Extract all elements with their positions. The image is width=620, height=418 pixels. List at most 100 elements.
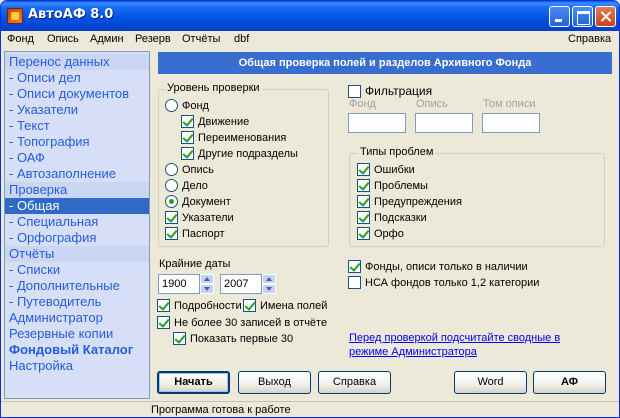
menu-spravka[interactable]: Справка (568, 33, 611, 45)
menu-bar: Фонд Опись Админ Резерв Отчёты dbf Справ… (1, 31, 619, 49)
sidebar-item-dopolnitelnye[interactable]: - Дополнительные (5, 278, 149, 294)
date-from-input[interactable]: 1900 (158, 274, 200, 294)
sidebar-item-opisi-del[interactable]: - Описи дел (5, 70, 149, 86)
sidebar-item-administrator[interactable]: Администратор (5, 310, 149, 326)
start-button[interactable]: Начать (157, 371, 230, 394)
radio-indicator[interactable] (165, 99, 178, 112)
fondy-v-nalichii-checkbox[interactable]: Фонды, описи только в наличии (348, 260, 528, 273)
sidebar-item-putevoditel[interactable]: - Путеводитель (5, 294, 149, 310)
sidebar-item-rezervnye-kopii[interactable]: Резервные копии (5, 326, 149, 342)
exit-button[interactable]: Выход (238, 371, 311, 394)
checkbox-indicator[interactable] (157, 299, 170, 312)
checkbox-indicator[interactable] (181, 147, 194, 160)
date-from-spinner[interactable] (200, 274, 214, 294)
close-button[interactable] (595, 6, 616, 27)
spin-up-icon[interactable] (200, 274, 214, 284)
filter-fond-input[interactable] (348, 113, 406, 133)
level-delo-radio[interactable]: Дело (165, 179, 208, 192)
checkbox-indicator[interactable] (348, 260, 361, 273)
checkbox-indicator[interactable] (357, 179, 370, 192)
pasport-checkbox[interactable]: Паспорт (165, 227, 225, 240)
filter-opis-label: Опись (416, 98, 448, 110)
pokazat-pervye-checkbox[interactable]: Показать первые 30 (173, 332, 293, 345)
radio-indicator[interactable] (165, 195, 178, 208)
sidebar-item-perenos[interactable]: Перенос данных (5, 54, 149, 70)
podrobnosti-checkbox[interactable]: Подробности (157, 299, 242, 312)
imena-poley-checkbox[interactable]: Имена полей (243, 299, 327, 312)
checkbox-indicator[interactable] (348, 84, 361, 98)
minimize-button[interactable] (549, 6, 570, 27)
spin-up-icon[interactable] (262, 274, 276, 284)
filter-opis-input[interactable] (415, 113, 473, 133)
dates-label: Крайние даты (157, 258, 233, 270)
sidebar-item-ukazateli[interactable]: - Указатели (5, 102, 149, 118)
sidebar-item-obshchaya[interactable]: - Общая (5, 198, 149, 214)
date-to-input[interactable]: 2007 (220, 274, 262, 294)
word-button[interactable]: Word (454, 371, 527, 394)
radio-indicator[interactable] (165, 179, 178, 192)
admin-hint-link[interactable]: Перед проверкой подсчитайте сводные в ре… (349, 331, 574, 359)
sidebar-item-otchety[interactable]: Отчёты (5, 246, 149, 262)
sidebar-item-spiski[interactable]: - Списки (5, 262, 149, 278)
checkbox-indicator[interactable] (181, 131, 194, 144)
sidebar-item-orfografiya[interactable]: - Орфография (5, 230, 149, 246)
sidebar-item-specialnaya[interactable]: - Специальная (5, 214, 149, 230)
warnings-checkbox[interactable]: Предупреждения (357, 195, 462, 208)
spin-down-icon[interactable] (262, 284, 276, 294)
checkbox-indicator[interactable] (165, 227, 178, 240)
menu-opis[interactable]: Опись (47, 33, 79, 45)
sidebar-item-nastroyka[interactable]: Настройка (5, 358, 149, 374)
sidebar-item-oaf[interactable]: - ОАФ (5, 150, 149, 166)
ukazateli-checkbox[interactable]: Указатели (165, 211, 234, 224)
checkbox-indicator[interactable] (357, 227, 370, 240)
help-button[interactable]: Справка (318, 371, 391, 394)
menu-dbf[interactable]: dbf (234, 33, 249, 45)
menu-admin[interactable]: Админ (90, 33, 124, 45)
checkbox-indicator[interactable] (157, 316, 170, 329)
sidebar-item-fondovyi-katalog[interactable]: Фондовый Каталог (5, 342, 149, 358)
checkbox-indicator[interactable] (357, 195, 370, 208)
filter-tom-input[interactable] (482, 113, 540, 133)
sidebar-item-avtozapolnenie[interactable]: - Автозаполнение (5, 166, 149, 182)
ne-bolee-30-checkbox[interactable]: Не более 30 записей в отчёте (157, 316, 327, 329)
menu-rezerv[interactable]: Резерв (135, 33, 171, 45)
errors-checkbox[interactable]: Ошибки (357, 163, 415, 176)
checkbox-indicator[interactable] (357, 211, 370, 224)
level-opis-radio[interactable]: Опись (165, 163, 214, 176)
orfo-checkbox[interactable]: Орфо (357, 227, 404, 240)
sidebar-item-tekst[interactable]: - Текст (5, 118, 149, 134)
radio-indicator[interactable] (165, 163, 178, 176)
spin-down-icon[interactable] (200, 284, 214, 294)
drugie-podrazdely-checkbox[interactable]: Другие подразделы (181, 147, 298, 160)
checkbox-indicator[interactable] (181, 115, 194, 128)
checkbox-indicator[interactable] (348, 276, 361, 289)
date-to-spinner[interactable] (262, 274, 276, 294)
nsa-fondov-checkbox[interactable]: НСА фондов только 1,2 категории (348, 276, 539, 289)
af-button[interactable]: АФ (533, 371, 606, 394)
dvizhenie-checkbox[interactable]: Движение (181, 115, 249, 128)
hints-checkbox[interactable]: Подсказки (357, 211, 427, 224)
app-icon (7, 8, 23, 24)
checkbox-indicator[interactable] (173, 332, 186, 345)
checkbox-indicator[interactable] (357, 163, 370, 176)
level-dokument-radio[interactable]: Документ (165, 195, 231, 208)
checkbox-indicator[interactable] (165, 211, 178, 224)
level-fond-radio[interactable]: Фонд (165, 99, 209, 112)
title-bar[interactable]: АвтоАФ 8.0 (1, 1, 619, 31)
problems-checkbox[interactable]: Проблемы (357, 179, 428, 192)
sidebar-item-topografiya[interactable]: - Топография (5, 134, 149, 150)
filter-fond-label: Фонд (349, 98, 376, 110)
menu-otchety[interactable]: Отчёты (182, 33, 220, 45)
app-window: АвтоАФ 8.0 Фонд Опись Админ Резерв Отчёт… (0, 0, 620, 418)
checkbox-indicator[interactable] (243, 299, 256, 312)
status-bar: Программа готова к работе (1, 401, 619, 417)
filter-checkbox[interactable]: Фильтрация (348, 84, 432, 98)
sidebar-item-proverka[interactable]: Проверка (5, 182, 149, 198)
menu-fond[interactable]: Фонд (7, 33, 34, 45)
maximize-button[interactable] (572, 6, 593, 27)
window-title: АвтоАФ 8.0 (28, 7, 114, 22)
problems-group-title: Типы проблем (358, 146, 436, 158)
pereimenovaniya-checkbox[interactable]: Переименования (181, 131, 286, 144)
sidebar-item-opisi-dokumentov[interactable]: - Описи документов (5, 86, 149, 102)
filter-tom-label: Том описи (483, 98, 536, 110)
